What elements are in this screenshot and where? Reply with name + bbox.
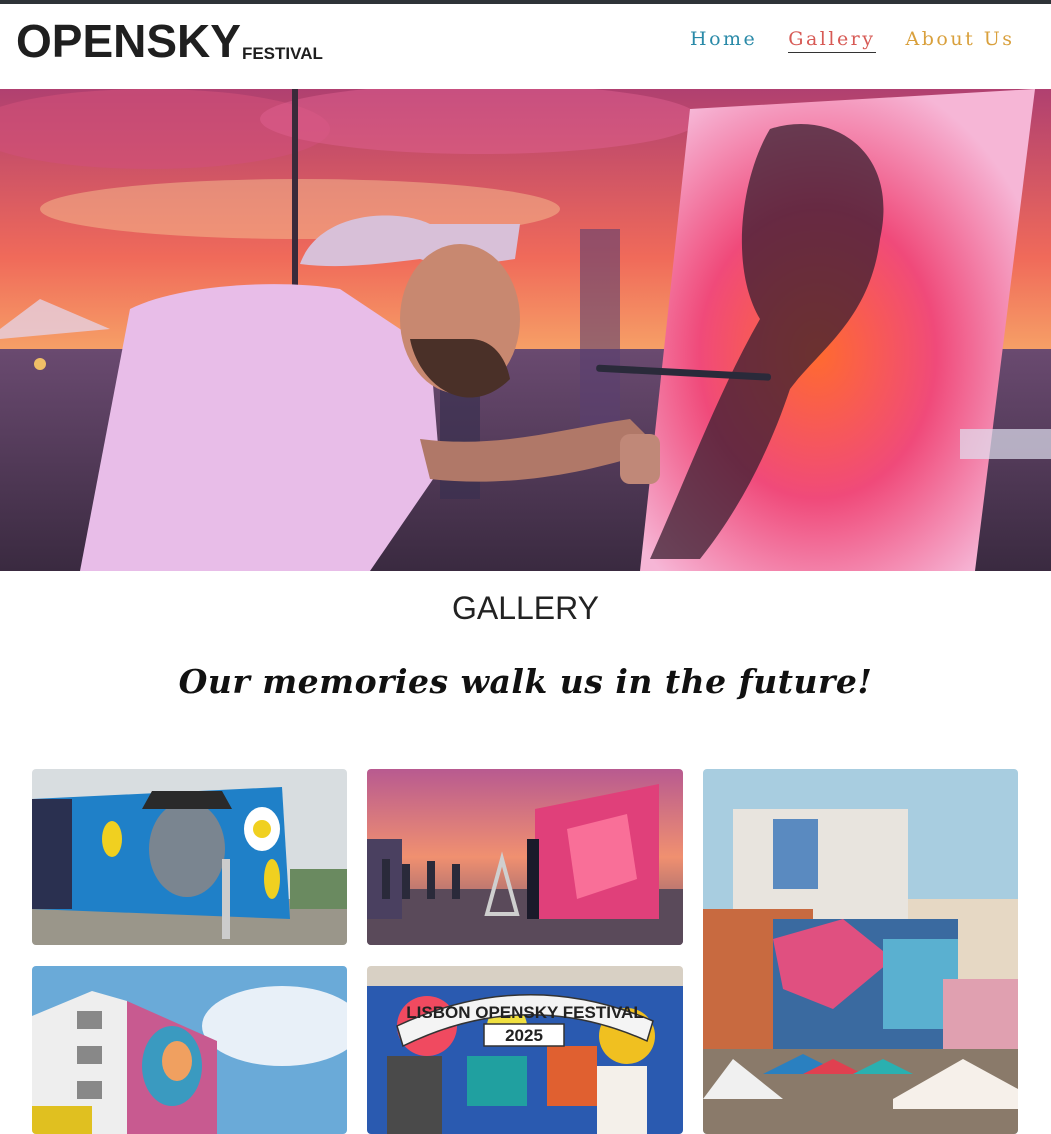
site-header: OPENSKY FESTIVAL Home Gallery About Us [0,4,1051,89]
gallery-image-mural-man-with-hat[interactable] [32,769,347,945]
main-nav: Home Gallery About Us [690,28,1015,53]
site-logo[interactable]: OPENSKY FESTIVAL [16,18,323,64]
gallery-image-colorful-building-murals[interactable] [703,769,1018,1134]
mural-man-with-hat-illustration [32,769,347,945]
sunset-live-painting-illustration [367,769,683,945]
nav-link-gallery[interactable]: Gallery [788,28,876,53]
hero-image [0,89,1051,571]
festival-mural-illustration: LISBON OPENSKY FESTIVAL 2025 [367,966,683,1134]
gallery-image-white-building-mural[interactable] [32,966,347,1134]
logo-main-text: OPENSKY [16,15,241,67]
mural-banner-year: 2025 [505,1026,543,1045]
hero-illustration [0,89,1051,571]
gallery-tagline: Our memories walk us in the future! [178,662,873,701]
mural-banner-text: LISBON OPENSKY FESTIVAL [406,1003,643,1022]
nav-link-about-us[interactable]: About Us [906,28,1015,53]
white-building-mural-illustration [32,966,347,1134]
colorful-building-murals-illustration [703,769,1018,1134]
gallery-image-sunset-live-painting[interactable] [367,769,683,945]
logo-sub-text: FESTIVAL [241,44,323,63]
gallery-image-festival-mural[interactable]: LISBON OPENSKY FESTIVAL 2025 [367,966,683,1134]
nav-link-home[interactable]: Home [690,28,757,53]
gallery-title: GALLERY [451,590,600,626]
